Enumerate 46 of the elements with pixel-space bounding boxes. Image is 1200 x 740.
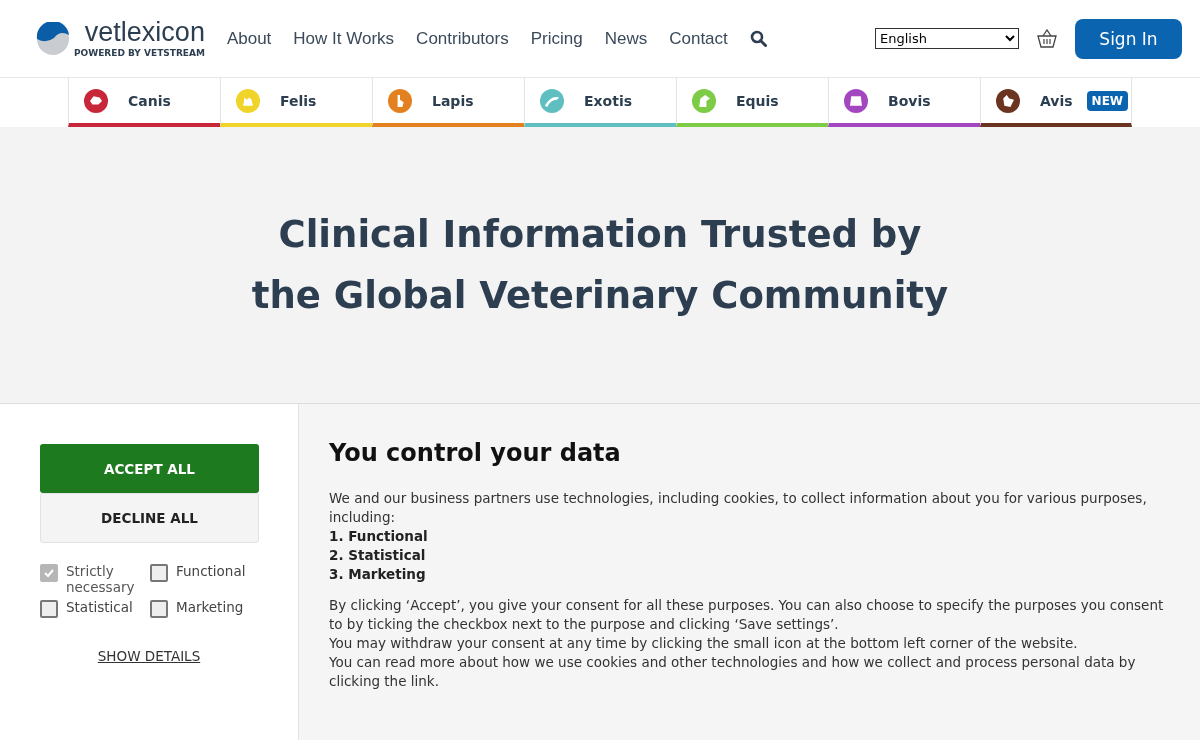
- basket-icon[interactable]: [1037, 29, 1057, 48]
- purpose-item: 1. Functional: [329, 527, 429, 546]
- nav-link[interactable]: Contact: [669, 28, 728, 49]
- species-label: Lapis: [432, 92, 474, 109]
- species-label: Canis: [128, 92, 171, 109]
- species-label: Felis: [280, 92, 317, 109]
- checkbox-label: Strictly necessary: [66, 563, 136, 595]
- accept-all-button[interactable]: ACCEPT ALL: [40, 444, 259, 493]
- species-tab[interactable]: Avis NEW: [980, 78, 1132, 127]
- nav-link[interactable]: How It Works: [293, 28, 395, 49]
- sign-in-button[interactable]: Sign In: [1075, 18, 1182, 59]
- checkbox-label: Statistical: [66, 599, 133, 615]
- species-tab[interactable]: Felis: [220, 78, 372, 127]
- language-select[interactable]: English: [875, 28, 1019, 49]
- hero-title: Clinical Information Trusted by the Global Veterinary Community: [250, 212, 950, 319]
- species-label: Exotis: [584, 92, 633, 109]
- checkbox-label: Marketing: [176, 599, 244, 615]
- nav-link[interactable]: Contributors: [416, 28, 509, 49]
- species-tab[interactable]: Canis: [68, 78, 220, 127]
- logo-text: vetlexicon: [84, 19, 205, 46]
- species-label: Equis: [736, 92, 779, 109]
- nav-link[interactable]: Pricing: [530, 28, 583, 49]
- show-details-link[interactable]: SHOW DETAILS: [97, 648, 201, 664]
- logo-icon: [36, 21, 70, 56]
- logo-tagline: POWERED BY VETSTREAM: [74, 48, 205, 58]
- purpose-item: 3. Marketing: [329, 565, 427, 584]
- checkbox-label: Functional: [176, 563, 246, 579]
- species-tab[interactable]: Lapis: [372, 78, 524, 127]
- species-label: Avis: [1040, 92, 1073, 109]
- nav-link[interactable]: About: [226, 28, 272, 49]
- nav-link[interactable]: News: [604, 28, 648, 49]
- species-tab[interactable]: Equis: [676, 78, 828, 127]
- consent-text: We and our business partners use technologies, including cookies, to collect information about you for various purposes, including:: [329, 489, 1148, 527]
- decline-all-button[interactable]: DECLINE ALL: [40, 493, 259, 543]
- consent-text: By clicking ‘Accept’, you give your consent for all these purposes. You can also choose to specify the purposes you consent to by ticking the checkbox next to the purpose and clicking ‘Save settings’.: [329, 596, 1165, 634]
- species-tab[interactable]: Bovis: [828, 78, 980, 127]
- purpose-item: 2. Statistical: [329, 546, 427, 565]
- new-badge: NEW: [1086, 90, 1129, 111]
- checkbox[interactable]: [150, 600, 168, 618]
- checkbox[interactable]: [40, 600, 58, 618]
- species-label: Bovis: [888, 92, 931, 109]
- species-tab[interactable]: Exotis: [524, 78, 676, 127]
- checkbox[interactable]: [150, 564, 168, 582]
- consent-text: You may withdraw your consent at any time by clicking the small icon at the bottom left corner of the website.: [329, 634, 1079, 653]
- search-icon[interactable]: [749, 30, 767, 47]
- consent-text: You can read more about how we use cookies and other technologies and how we collect and process personal data by clicking the link.: [329, 653, 1137, 691]
